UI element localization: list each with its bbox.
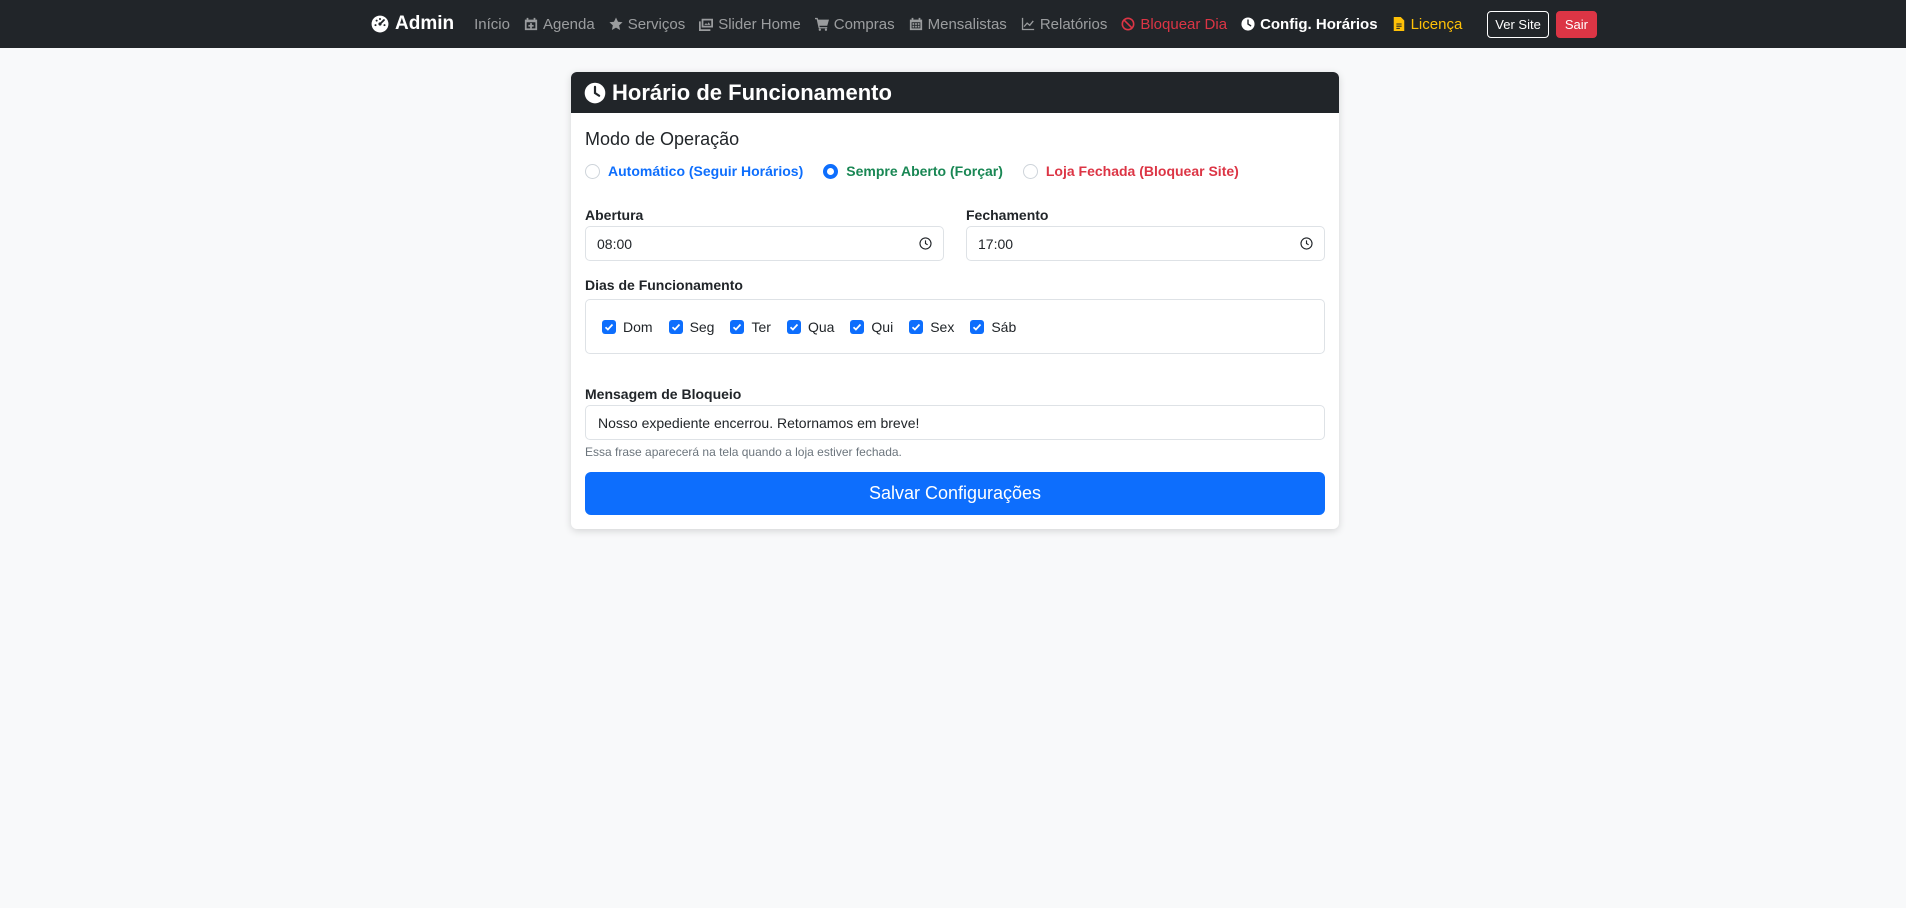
card-header: Horário de Funcionamento: [571, 72, 1339, 113]
nav-item-slider-home[interactable]: Slider Home: [699, 16, 801, 33]
checkbox-checked[interactable]: [602, 319, 616, 334]
nav-item-relatorios[interactable]: Relatórios: [1021, 15, 1108, 33]
sair-button[interactable]: Sair: [1555, 10, 1597, 38]
day-label: Sex: [930, 318, 955, 335]
nav-item-label: Config. Horários: [1260, 15, 1378, 33]
nav-item-label: Serviços: [627, 15, 686, 33]
message-help-text: Essa frase aparecerá na tela quando a lo…: [585, 445, 902, 459]
clock-icon[interactable]: [919, 237, 932, 250]
day-label: Sáb: [991, 318, 1017, 335]
check-icon: [789, 323, 799, 331]
star-icon: [609, 17, 623, 30]
nav-item-label: Relatórios: [1039, 15, 1108, 33]
nav-item-label: Mensalistas: [927, 15, 1007, 33]
calendar-icon: [909, 17, 922, 31]
day-label: Seg: [689, 318, 715, 335]
nav-item-label: Bloquear Dia: [1140, 15, 1228, 33]
images-icon: [699, 18, 714, 31]
cart-icon: [814, 17, 829, 31]
day-label: Qui: [871, 318, 894, 335]
check-icon: [671, 323, 680, 331]
day-checkbox-sex[interactable]: Sex: [909, 319, 954, 335]
nav-item-servicos[interactable]: Serviços: [609, 15, 686, 33]
nav-item-config-horarios[interactable]: Config. Horários: [1241, 16, 1378, 33]
mode-radio-automatico[interactable]: Automático (Seguir Horários): [585, 163, 803, 179]
opening-time-input[interactable]: 08:00: [585, 226, 944, 261]
nav-item-label: Compras: [833, 15, 895, 33]
opening-label: Abertura: [585, 207, 644, 223]
top-navbar: Admin Início Agenda Serviços Slider Home…: [0, 0, 1906, 48]
closing-label: Fechamento: [966, 207, 1049, 223]
nav-item-label: Licença: [1410, 15, 1463, 33]
nav-item-mensalistas[interactable]: Mensalistas: [909, 16, 1007, 33]
day-label: Ter: [751, 318, 771, 335]
day-checkbox-ter[interactable]: Ter: [730, 318, 771, 335]
nav-item-licenca[interactable]: Licença: [1392, 15, 1463, 33]
navbar-inner: Admin Início Agenda Serviços Slider Home…: [371, 0, 1597, 48]
time-row: Abertura 08:00 Fechamento 17:00: [585, 207, 1325, 261]
nav-item-label: Slider Home: [718, 15, 801, 33]
mode-radio-sempre-aberto[interactable]: Sempre Aberto (Forçar): [823, 163, 1003, 179]
save-settings-button[interactable]: Salvar Configurações: [585, 472, 1325, 515]
brand-link[interactable]: Admin: [371, 13, 454, 35]
checkbox-checked[interactable]: [970, 319, 985, 334]
calendar-plus-icon: [524, 17, 538, 31]
radio-circle[interactable]: [585, 163, 600, 179]
radio-label: Automático (Seguir Horários): [608, 163, 804, 179]
day-checkbox-sab[interactable]: Sáb: [970, 319, 1016, 335]
radio-label: Sempre Aberto (Forçar): [846, 163, 1003, 179]
days-label: Dias de Funcionamento: [585, 277, 743, 293]
clock-icon[interactable]: [1300, 237, 1313, 250]
block-message-value: Nosso expediente encerrou. Retornamos em…: [598, 414, 920, 431]
nav-item-compras[interactable]: Compras: [814, 15, 895, 33]
checkbox-checked[interactable]: [730, 319, 745, 334]
day-label: Dom: [623, 318, 653, 335]
day-checkbox-seg[interactable]: Seg: [668, 318, 715, 335]
nav-item-inicio[interactable]: Início: [474, 16, 510, 33]
day-checkbox-qua[interactable]: Qua: [786, 318, 835, 335]
checkbox-checked[interactable]: [909, 319, 924, 334]
closing-time-input[interactable]: 17:00: [966, 226, 1325, 261]
card-body: Modo de Operação Automático (Seguir Horá…: [571, 113, 1339, 529]
closing-col: Fechamento 17:00: [966, 207, 1325, 261]
business-hours-card: Horário de Funcionamento Modo de Operaçã…: [571, 72, 1339, 529]
days-checkbox-group: Dom Seg Ter Qua Qui Sex Sáb: [585, 299, 1325, 354]
mode-section-title: Modo de Operação: [585, 129, 740, 149]
radio-label: Loja Fechada (Bloquear Site): [1045, 163, 1239, 179]
clock-icon: [584, 82, 606, 103]
nav-item-bloquear-dia[interactable]: Bloquear Dia: [1121, 16, 1227, 33]
block-message-input[interactable]: Nosso expediente encerrou. Retornamos em…: [585, 405, 1325, 440]
nav-item-label: Agenda: [542, 15, 595, 33]
nav-item-label: Início: [474, 15, 510, 33]
closing-time-value: 17:00: [978, 235, 1014, 252]
check-icon: [853, 323, 862, 331]
brand-label: Admin: [395, 13, 455, 34]
day-label: Qua: [807, 318, 835, 335]
check-icon: [604, 323, 614, 331]
ver-site-button[interactable]: Ver Site: [1487, 10, 1549, 38]
opening-time-value: 08:00: [597, 235, 633, 252]
day-checkbox-dom[interactable]: Dom: [602, 319, 653, 335]
check-icon: [973, 323, 982, 331]
nav-item-agenda[interactable]: Agenda: [524, 16, 595, 33]
ban-icon: [1121, 17, 1135, 31]
checkbox-checked[interactable]: [850, 319, 865, 334]
checkbox-checked[interactable]: [786, 319, 801, 334]
message-label: Mensagem de Bloqueio: [585, 386, 742, 402]
check-icon: [733, 323, 742, 331]
card-title: Horário de Funcionamento: [612, 79, 892, 105]
radio-circle[interactable]: [823, 163, 839, 179]
chart-line-icon: [1021, 17, 1034, 31]
file-icon: [1393, 17, 1404, 31]
radio-circle[interactable]: [1022, 163, 1038, 179]
mode-radio-group: Automático (Seguir Horários) Sempre Aber…: [585, 163, 1325, 179]
clock-icon: [1241, 17, 1255, 31]
check-icon: [912, 323, 921, 331]
day-checkbox-qui[interactable]: Qui: [850, 319, 893, 335]
opening-col: Abertura 08:00: [585, 207, 944, 261]
checkbox-checked[interactable]: [668, 319, 683, 334]
mode-radio-loja-fechada[interactable]: Loja Fechada (Bloquear Site): [1022, 163, 1239, 179]
dashboard-gauge-icon: [371, 15, 389, 33]
